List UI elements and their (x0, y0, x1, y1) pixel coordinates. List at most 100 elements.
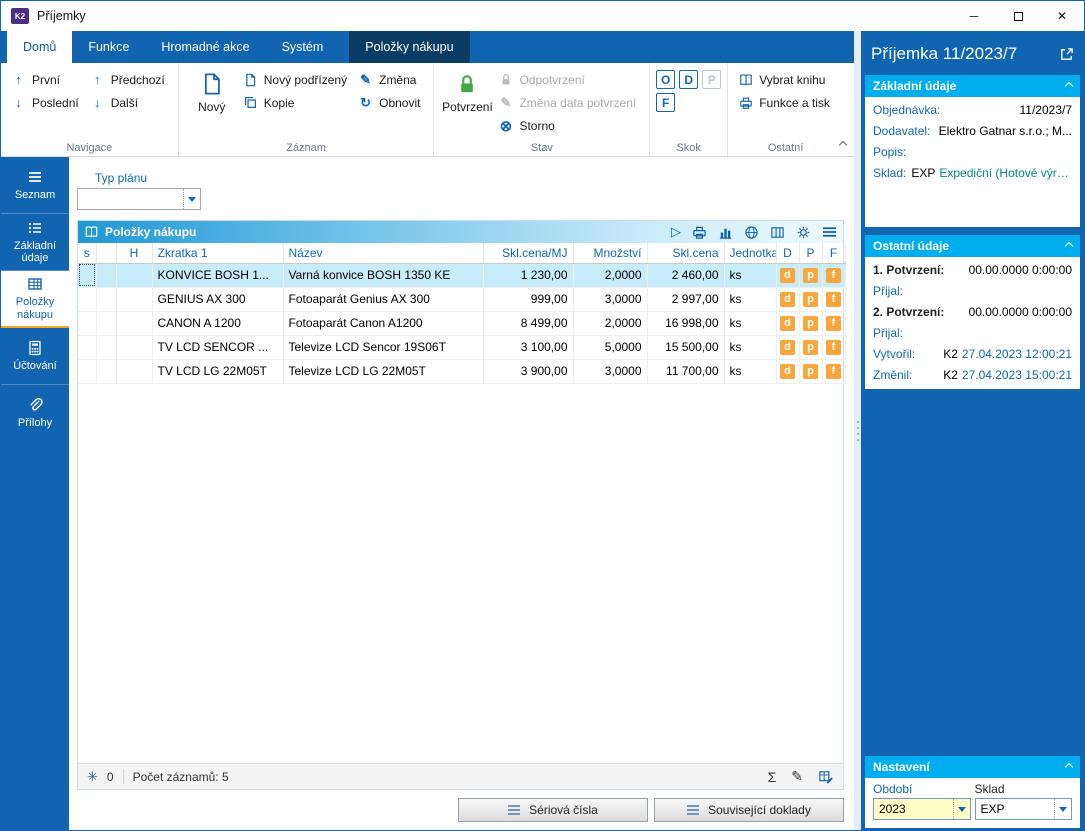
tab-hromadne-akce[interactable]: Hromadné akce (145, 31, 265, 63)
new-child-button[interactable]: Nový podřízený (239, 68, 354, 91)
confirm-button[interactable]: Potvrzení (440, 68, 494, 114)
new-button[interactable]: Nový (185, 68, 239, 114)
storno-button[interactable]: ⊗ Storno (494, 114, 643, 137)
col-header-jednotka[interactable]: Jednotka (724, 243, 776, 263)
cell-mnozstvi: 3,0000 (573, 287, 647, 311)
window-title: Příjemky (37, 9, 86, 23)
table-row[interactable]: TV LCD LG 22M05T Televize LCD LG 22M05T … (78, 359, 845, 383)
section-header-zakladni[interactable]: Základní údaje (865, 75, 1080, 97)
section-header-nastaveni[interactable]: Nastavení (865, 756, 1080, 778)
dropdown-arrow-button[interactable] (953, 799, 970, 819)
web-icon[interactable] (744, 225, 759, 240)
col-header-d[interactable]: D (776, 243, 799, 263)
sidebar-item-polozky-nakupu[interactable]: Položky nákupu (1, 271, 69, 328)
col-header-cena[interactable]: Skl.cena (647, 243, 724, 263)
col-header-mnozstvi[interactable]: Množství (573, 243, 647, 263)
condition-icon[interactable]: ✳ (87, 769, 98, 785)
first-button[interactable]: ↑První (7, 68, 86, 91)
unconfirm-button[interactable]: Odpotvrzení (494, 68, 643, 91)
sum-icon[interactable]: Σ (768, 769, 777, 785)
section-nastaveni: Nastavení Období 2023 Sklad EXP (865, 756, 1080, 828)
related-documents-button[interactable]: Související doklady (654, 798, 844, 822)
f-badge: f (826, 268, 841, 283)
refresh-button[interactable]: ↻Obnovit (354, 91, 427, 114)
tab-domu[interactable]: Domů (7, 31, 72, 63)
tab-funkce[interactable]: Funkce (72, 31, 145, 63)
col-header-cena-mj[interactable]: Skl.cena/MJ (483, 243, 573, 263)
print-icon[interactable] (692, 225, 707, 240)
last-button[interactable]: ↓Poslední (7, 91, 86, 114)
panel-splitter[interactable] (854, 31, 861, 830)
ribbon: ↑První ↓Poslední ↑Předchozí ↓Další Navig… (1, 63, 854, 157)
table-edit-icon[interactable] (818, 769, 834, 784)
copy-button[interactable]: Kopie (239, 91, 354, 114)
tab-system[interactable]: Systém (266, 31, 340, 63)
col-header-f[interactable]: F (822, 243, 845, 263)
ribbon-collapse-button[interactable] (840, 137, 846, 151)
select-book-button[interactable]: Vybrat knihu (734, 68, 837, 91)
col-header-nazev[interactable]: Název (283, 243, 483, 263)
jump-f-button[interactable]: F (656, 93, 675, 112)
cell-mnozstvi: 2,0000 (573, 263, 647, 287)
serial-numbers-button[interactable]: Sériová čísla (458, 798, 648, 822)
col-header-h[interactable]: H (116, 243, 152, 263)
sidebar-item-seznam[interactable]: Seznam (1, 157, 69, 214)
dropdown-arrow-button[interactable] (183, 189, 200, 209)
minimize-button[interactable]: ─ (952, 1, 996, 31)
plan-type-dropdown[interactable] (77, 188, 201, 210)
jump-d-button[interactable]: D (679, 70, 698, 89)
cell-jednotka: ks (724, 359, 776, 383)
lock-green-icon (457, 71, 477, 97)
cell-cena-mj: 3 100,00 (483, 335, 573, 359)
tab-polozky-nakupu[interactable]: Položky nákupu (349, 31, 469, 63)
cell-p-flag: p (799, 311, 822, 335)
row-select-cell (78, 359, 96, 383)
cell-nazev: Varná konvice BOSH 1350 KE (283, 263, 483, 287)
field-value-user: K2 (943, 365, 958, 386)
maximize-button[interactable] (996, 1, 1040, 31)
table-row[interactable]: GENIUS AX 300 Fotoaparát Genius AX 300 9… (78, 287, 845, 311)
previous-label: Předchozí (111, 73, 165, 87)
cell-nazev: Televize LCD LG 22M05T (283, 359, 483, 383)
next-label: Další (111, 96, 138, 110)
table-row[interactable]: CANON A 1200 Fotoaparát Canon A1200 8 49… (78, 311, 845, 335)
settings-gear-icon[interactable] (796, 225, 811, 240)
run-icon[interactable]: ▷ (671, 224, 681, 240)
sidebar-item-prilohy[interactable]: Přílohy (1, 385, 69, 442)
previous-button[interactable]: ↑Předchozí (86, 68, 172, 91)
col-header-p[interactable]: P (799, 243, 822, 263)
columns-icon[interactable] (770, 225, 785, 240)
chart-icon[interactable] (718, 225, 733, 240)
table-row[interactable]: TV LCD SENCOR ... Televize LCD Sencor 19… (78, 335, 845, 359)
related-documents-label: Související doklady (708, 803, 811, 817)
items-table: s H Zkratka 1 Název Skl.cena/MJ Množství… (78, 243, 846, 384)
jump-o-button[interactable]: O (656, 70, 675, 89)
field-label: Objednávka: (873, 100, 940, 121)
open-in-window-icon[interactable] (1059, 47, 1074, 62)
book-icon (737, 73, 754, 87)
col-header-blank[interactable] (96, 243, 116, 263)
section-header-ostatni[interactable]: Ostatní údaje (865, 235, 1080, 257)
sidebar-item-zakladni-udaje[interactable]: Základní údaje (1, 214, 69, 271)
col-header-s[interactable]: s (78, 243, 96, 263)
first-label: První (32, 73, 60, 87)
chevron-down-icon (1059, 807, 1067, 812)
close-button[interactable]: ✕ (1040, 1, 1084, 31)
jump-p-button[interactable]: P (702, 70, 721, 89)
menu-icon[interactable] (822, 226, 837, 238)
col-header-zkratka[interactable]: Zkratka 1 (152, 243, 283, 263)
period-dropdown[interactable]: 2023 (873, 798, 971, 820)
edit-pencil-icon[interactable]: ✎ (791, 768, 803, 785)
refresh-label: Obnovit (379, 96, 420, 110)
warehouse-dropdown[interactable]: EXP (975, 798, 1073, 820)
next-button[interactable]: ↓Další (86, 91, 172, 114)
sidebar-item-uctovani[interactable]: Účtování (1, 328, 69, 385)
change-confirm-date-button[interactable]: ✎ Změna data potvrzení (494, 91, 643, 114)
functions-print-button[interactable]: Funkce a tisk (734, 91, 837, 114)
dropdown-arrow-button[interactable] (1054, 799, 1071, 819)
cell-f-flag: f (822, 263, 845, 287)
chevron-up-icon (839, 141, 847, 149)
table-row[interactable]: KONVICE BOSH 1... Varná konvice BOSH 135… (78, 263, 845, 287)
document-icon (201, 71, 223, 97)
change-button[interactable]: ✎Změna (354, 68, 427, 91)
